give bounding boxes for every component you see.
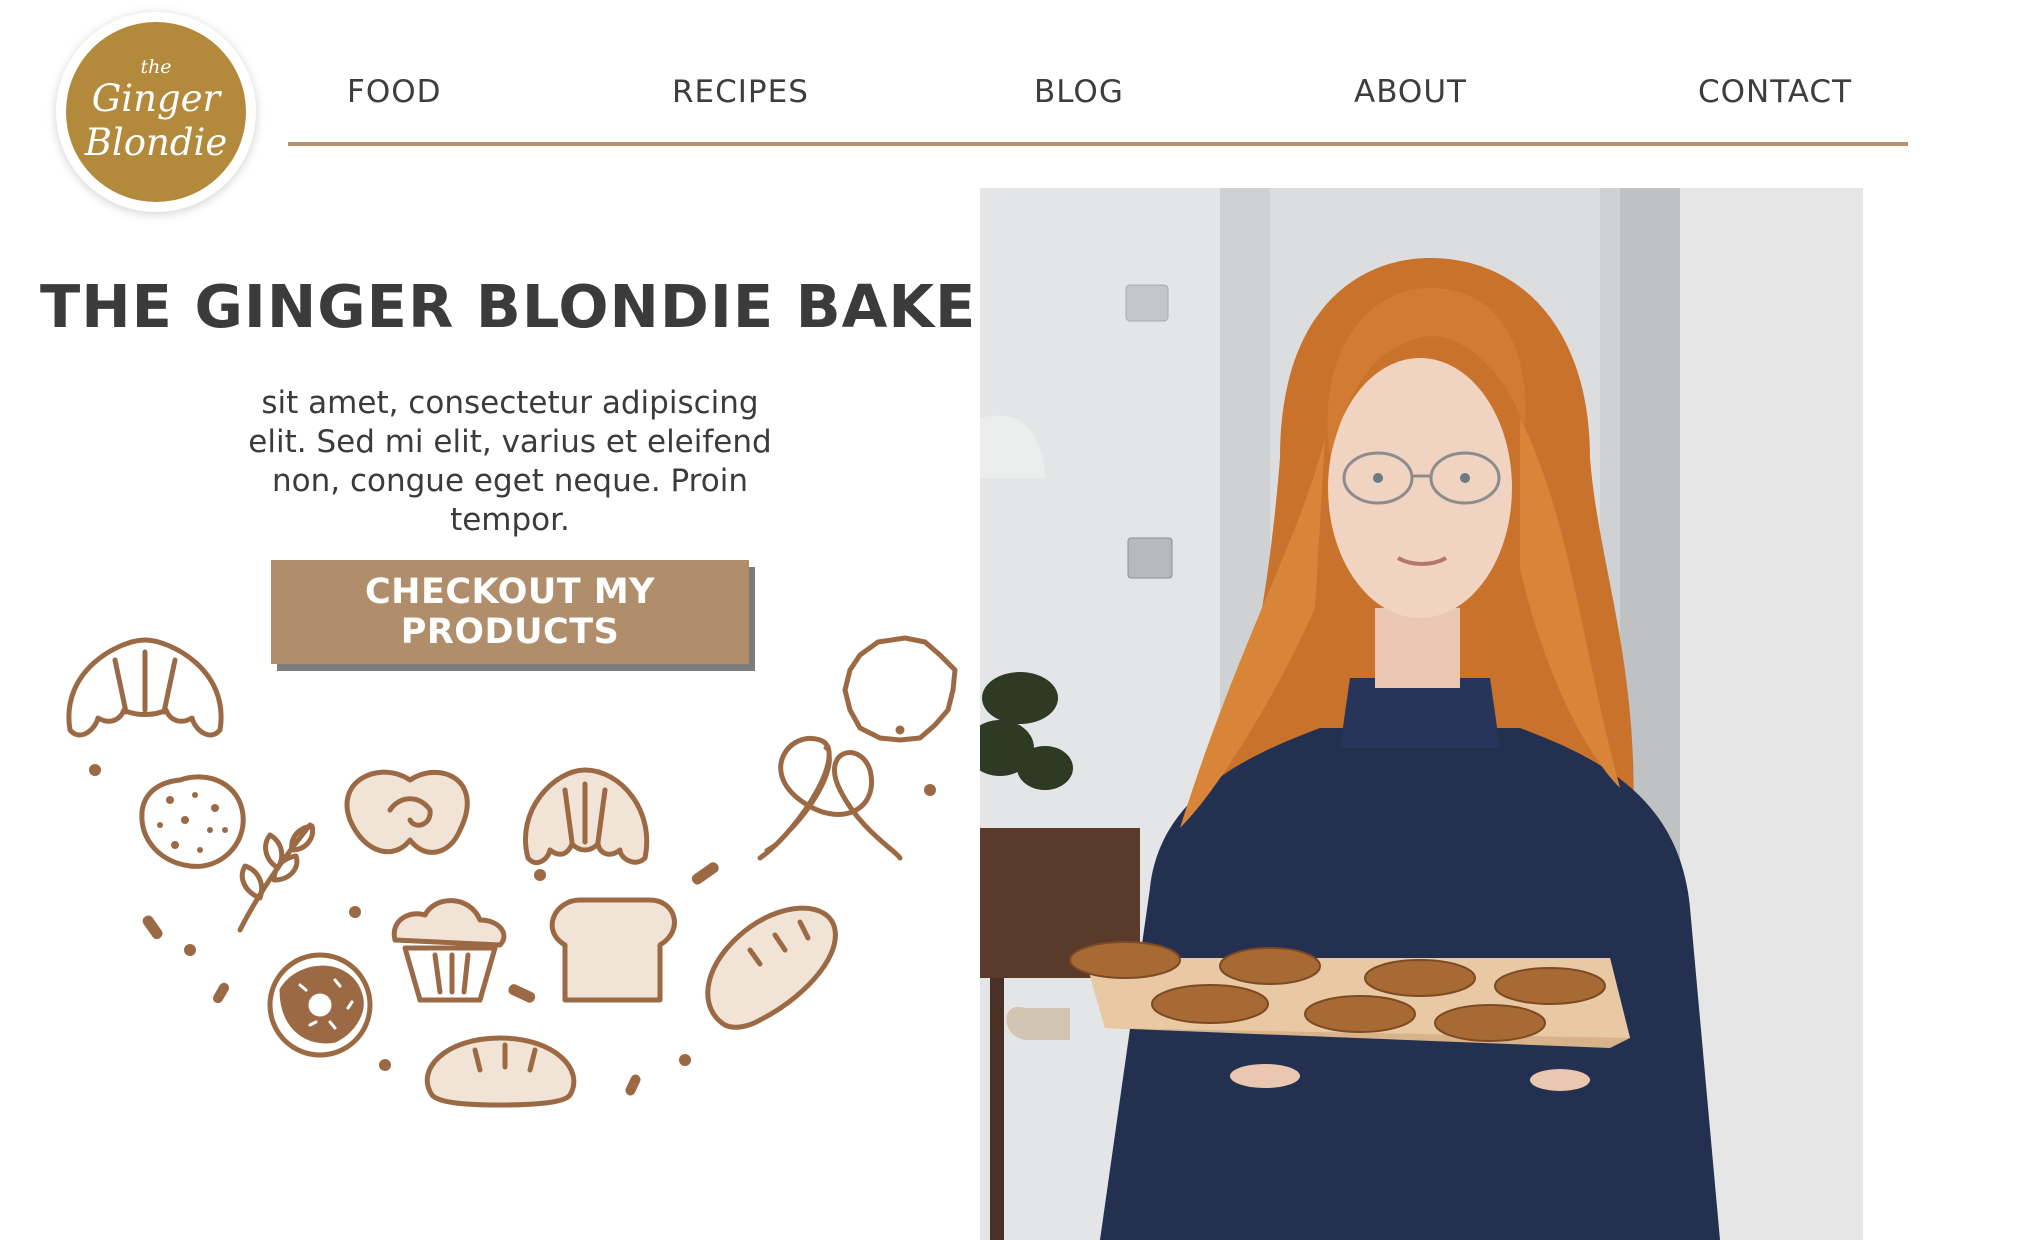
logo-badge: the Ginger Blondie xyxy=(66,22,246,202)
pretzel-icon xyxy=(344,769,470,855)
cookie-icon xyxy=(139,774,246,869)
hero-photo xyxy=(980,188,1863,1240)
nav-item-about[interactable]: ABOUT xyxy=(1354,74,1467,110)
croissant-icon xyxy=(523,767,650,865)
bakery-illustration xyxy=(66,635,958,1108)
page-title: THE GINGER BLONDIE BAKERY xyxy=(40,272,1064,341)
logo-text-small: the xyxy=(140,56,172,78)
bun-icon xyxy=(424,1035,577,1108)
bread-loaf-icon xyxy=(549,897,677,1003)
pretzel-icon xyxy=(757,736,903,861)
tart-icon xyxy=(842,635,958,743)
logo-text-line1: Ginger xyxy=(91,77,221,120)
wheat-icon xyxy=(237,822,316,933)
donut-icon xyxy=(267,952,373,1058)
nav-item-contact[interactable]: CONTACT xyxy=(1698,74,1852,110)
hero-description: sit amet, consectetur adipiscing elit. S… xyxy=(248,385,772,538)
muffin-icon xyxy=(391,898,507,1003)
logo-text-line2: Blondie xyxy=(84,121,228,164)
nav-divider xyxy=(288,142,1908,146)
baker-portrait xyxy=(980,188,1863,1240)
nav-item-food[interactable]: FOOD xyxy=(347,74,442,110)
baguette-icon xyxy=(705,905,838,1030)
croissant-icon xyxy=(66,637,224,738)
main-nav: FOOD RECIPES BLOG ABOUT CONTACT xyxy=(288,74,1908,118)
nav-item-recipes[interactable]: RECIPES xyxy=(672,74,809,110)
nav-item-blog[interactable]: BLOG xyxy=(1034,74,1124,110)
logo[interactable]: the Ginger Blondie xyxy=(56,12,256,212)
